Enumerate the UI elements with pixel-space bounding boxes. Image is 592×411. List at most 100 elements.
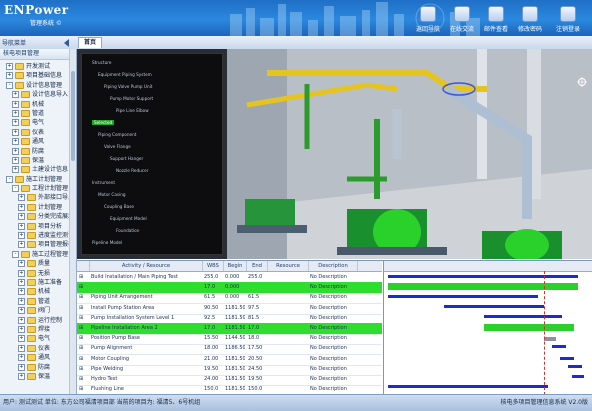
expand-icon[interactable]: + (18, 372, 25, 380)
expand-icon[interactable]: + (12, 100, 19, 108)
sidebar-item[interactable]: + 仪表 (0, 128, 76, 137)
expand-icon[interactable]: + (12, 119, 19, 127)
expand-icon[interactable]: + (12, 109, 19, 117)
grid-col-begin[interactable]: Begin (224, 261, 247, 271)
plant-3d-model[interactable] (227, 49, 592, 259)
model-tree-node[interactable]: Equipment Piping System (98, 72, 152, 77)
model-tree-node[interactable]: Equipment Model (110, 216, 147, 221)
sidebar-item[interactable]: + 项目管理报表 (0, 240, 76, 249)
model-tree-node[interactable]: Coupling Base (104, 204, 134, 209)
sidebar-item[interactable]: + 进度监控测试 (0, 231, 76, 240)
sidebar-item[interactable]: + 焊接 (0, 325, 76, 334)
collapse-icon[interactable]: - (12, 185, 19, 193)
gantt-bar[interactable] (544, 337, 556, 341)
model-structure-panel[interactable]: Structure Equipment Piping System Piping V… (81, 53, 223, 255)
sidebar-group-title[interactable]: 核电项目管理 (0, 49, 76, 60)
sidebar-item[interactable]: + 保温 (0, 156, 76, 165)
gantt-bar[interactable] (388, 283, 578, 290)
sidebar-item[interactable]: + 施工准备 (0, 278, 76, 287)
expand-icon[interactable]: + (12, 166, 19, 174)
sidebar-scrollbar[interactable] (69, 49, 76, 394)
gantt-bar[interactable] (388, 275, 578, 278)
sidebar-item[interactable]: - 施工过程管理 (0, 250, 76, 259)
online-chat-button[interactable]: 在线交流 (446, 4, 478, 34)
expand-icon[interactable]: + (6, 72, 13, 80)
3d-viewport[interactable]: Structure Equipment Piping System Piping V… (77, 49, 592, 259)
model-tree-node[interactable]: Structure (92, 60, 111, 65)
expand-icon[interactable]: + (12, 147, 19, 155)
home-nav-button[interactable]: 返回导航 (412, 4, 444, 34)
expand-icon[interactable]: + (18, 288, 25, 296)
model-tree-node[interactable]: Motor Casing (98, 192, 126, 197)
sidebar-item[interactable]: - 工程计划管理 (0, 184, 76, 193)
sidebar-item[interactable]: - 施工计划管理 (0, 175, 76, 184)
sidebar-item[interactable]: + 防腐 (0, 147, 76, 156)
sidebar-item[interactable]: + 仪表 (0, 344, 76, 353)
expand-icon[interactable]: + (12, 128, 19, 136)
expand-icon[interactable]: + (6, 63, 13, 70)
sidebar-item[interactable]: + 质量 (0, 259, 76, 268)
model-tree-node[interactable]: Pipeline Model (92, 240, 122, 245)
mail-view-button[interactable]: 邮件查看 (480, 4, 512, 34)
gantt-bar[interactable] (484, 315, 562, 318)
sidebar-item[interactable]: + 开发测试 (0, 62, 76, 71)
expand-icon[interactable]: + (18, 278, 25, 286)
expand-icon[interactable]: + (18, 344, 25, 352)
gantt-bar[interactable] (552, 345, 566, 348)
model-tree-node[interactable]: Instrument (92, 180, 115, 185)
sidebar-item[interactable]: + 土建设计信息 (0, 165, 76, 174)
grid-col-end[interactable]: End (247, 261, 268, 271)
expand-icon[interactable]: + (18, 194, 25, 202)
grid-col-activity[interactable]: Activity / Resource (90, 261, 203, 271)
gantt-bar[interactable] (568, 365, 582, 368)
sidebar-item[interactable]: + 电气 (0, 118, 76, 127)
logout-button[interactable]: 注销登录 (548, 4, 588, 34)
model-tree-node[interactable]: Piping Component (98, 132, 136, 137)
sidebar-item[interactable]: + 分类完成展示 (0, 212, 76, 221)
sidebar-item[interactable]: + 通风 (0, 353, 76, 362)
expand-icon[interactable]: + (18, 260, 25, 268)
grid-col-description[interactable]: Description (309, 261, 358, 271)
expand-icon[interactable]: + (12, 156, 19, 164)
sidebar-item[interactable]: + 无损 (0, 269, 76, 278)
gantt-bar[interactable] (444, 305, 544, 308)
expand-icon[interactable]: + (18, 222, 25, 230)
model-tree-node[interactable]: Valve Flange (104, 144, 131, 149)
sidebar-item[interactable]: + 设计信息导入 (0, 90, 76, 99)
expand-icon[interactable]: + (18, 363, 25, 371)
model-tree-node[interactable]: Selected (92, 120, 115, 125)
sidebar-item[interactable]: + 电气 (0, 334, 76, 343)
expand-icon[interactable]: + (12, 91, 19, 99)
expand-icon[interactable]: + (18, 213, 25, 221)
grid-col-wbs[interactable]: WBS (203, 261, 224, 271)
model-tree-node[interactable]: Piping Valve Pump Unit (104, 84, 152, 89)
expand-icon[interactable]: + (18, 316, 25, 324)
gantt-bar[interactable] (560, 357, 574, 360)
expand-icon[interactable]: + (18, 325, 25, 333)
zoom-tool-icon[interactable] (577, 77, 587, 87)
gantt-bar[interactable] (484, 324, 574, 331)
sidebar-item[interactable]: + 防腐 (0, 363, 76, 372)
expand-icon[interactable]: + (18, 241, 25, 249)
gantt-bar[interactable] (572, 375, 584, 378)
expand-icon[interactable]: + (12, 138, 19, 146)
sidebar-item[interactable]: - 设计信息管理 (0, 81, 76, 90)
sidebar-item[interactable]: + 外部接口导入 (0, 193, 76, 202)
sidebar-item[interactable]: + 项目基础信息 (0, 71, 76, 80)
collapse-icon[interactable]: - (6, 81, 13, 89)
collapse-icon[interactable]: - (12, 250, 19, 258)
sidebar-item[interactable]: + 机械 (0, 287, 76, 296)
change-password-button[interactable]: 修改密码 (514, 4, 546, 34)
expand-icon[interactable]: + (18, 307, 25, 315)
collapse-icon[interactable]: - (6, 175, 13, 183)
model-tree-node[interactable]: Nozzle Reducer (116, 168, 148, 173)
expand-icon[interactable]: + (18, 232, 25, 240)
model-tree-node[interactable]: Pump Motor Support (110, 96, 153, 101)
sidebar-item[interactable]: + 计划管理 (0, 203, 76, 212)
expand-icon[interactable]: + (18, 354, 25, 362)
sidebar-item[interactable]: + 机械 (0, 100, 76, 109)
gantt-bar[interactable] (388, 385, 548, 388)
expand-icon[interactable]: + (18, 297, 25, 305)
sidebar-item[interactable]: + 阀门 (0, 306, 76, 315)
model-tree-node[interactable]: Foundation (116, 228, 139, 233)
